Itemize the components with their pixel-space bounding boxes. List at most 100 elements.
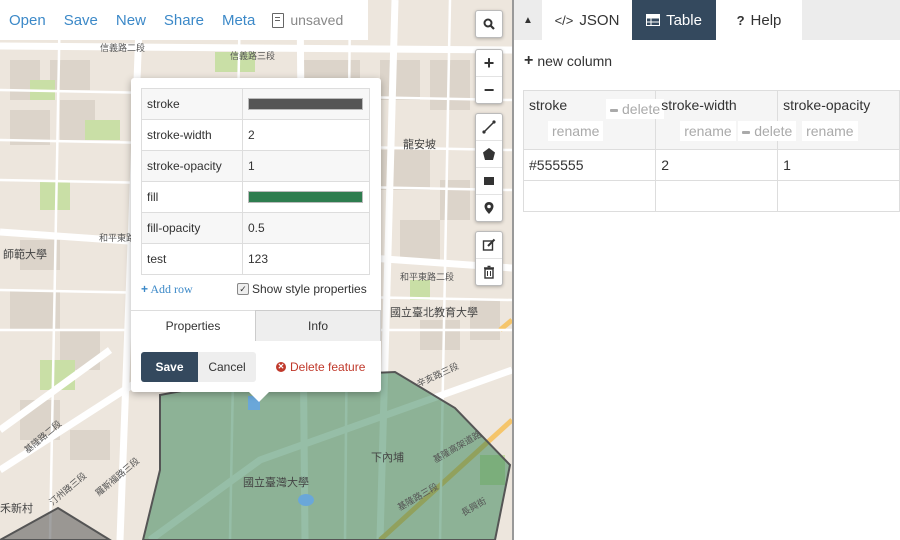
property-value[interactable]: 2: [242, 119, 370, 151]
table-row: [522, 180, 900, 212]
map-view[interactable]: 信義路二段 信義路三段 龍安坡 和平東路一段 和平東路二段 師範大學 國立臺北教…: [0, 0, 512, 540]
edit-toolbar: [475, 231, 503, 286]
column-name: stroke-opacity: [783, 97, 871, 113]
add-row-button[interactable]: + Add row: [141, 282, 193, 297]
top-menu-bar: Open Save New Share Meta unsaved: [0, 0, 368, 40]
new-column-label: new column: [537, 53, 613, 69]
menu-open[interactable]: Open: [0, 12, 55, 29]
delete-layers-button[interactable]: [476, 258, 502, 285]
menu-share[interactable]: Share: [155, 12, 213, 29]
search-icon: [483, 18, 495, 30]
properties-table: stroke stroke-width 2 stroke-opacity 1 fill fi…: [141, 88, 370, 275]
edit-icon: [482, 238, 496, 251]
zoom-control: + −: [475, 49, 503, 104]
edit-layers-button[interactable]: [476, 232, 502, 258]
table-row: #555555 2 1: [522, 149, 900, 181]
rename-column-button[interactable]: rename: [548, 121, 604, 141]
rename-column-button[interactable]: rename: [802, 121, 858, 141]
menu-save[interactable]: Save: [55, 12, 107, 29]
menu-meta[interactable]: Meta: [213, 12, 264, 29]
zoom-in-button[interactable]: +: [476, 50, 502, 76]
minus-icon: [610, 108, 618, 112]
table-cell[interactable]: #555555: [522, 149, 657, 181]
zoom-out-button[interactable]: −: [476, 76, 502, 103]
table-cell[interactable]: 1: [777, 149, 900, 181]
search-button[interactable]: [476, 11, 502, 37]
caret-up-icon: ▲: [523, 14, 533, 26]
popup-tabs: Properties Info: [131, 310, 381, 341]
property-row: stroke: [141, 88, 370, 120]
property-key[interactable]: stroke-opacity: [141, 150, 243, 182]
property-value[interactable]: 123: [242, 243, 370, 275]
map-label: 信義路三段: [230, 52, 276, 62]
tab-help-label: Help: [750, 11, 782, 29]
tab-json[interactable]: </> JSON: [542, 0, 632, 40]
rectangle-icon: [484, 177, 494, 185]
tab-table-label: Table: [666, 11, 702, 29]
delete-feature-button[interactable]: ✕ Delete feature: [276, 360, 365, 374]
side-panel: ▲ </> JSON Table ? Help + new column str…: [514, 0, 900, 540]
draw-marker-button[interactable]: [476, 194, 502, 221]
table-cell[interactable]: [522, 180, 657, 212]
draw-rectangle-button[interactable]: [476, 167, 502, 194]
property-row: stroke-width 2: [141, 119, 370, 151]
show-style-toggle[interactable]: ✓ Show style properties: [237, 282, 367, 296]
property-row: fill-opacity 0.5: [141, 212, 370, 244]
table-icon: [646, 14, 661, 26]
plus-icon: +: [141, 282, 149, 296]
checkbox-icon[interactable]: ✓: [237, 283, 249, 295]
add-row-label: Add row: [150, 282, 193, 296]
property-key[interactable]: test: [141, 243, 243, 275]
column-header: stroke-opacity rename: [777, 90, 900, 150]
polygon-icon: [483, 148, 495, 160]
property-row: fill: [141, 181, 370, 213]
property-value[interactable]: [242, 88, 370, 120]
property-value[interactable]: 1: [242, 150, 370, 182]
table-cell[interactable]: [777, 180, 900, 212]
map-label: 信義路二段: [100, 44, 146, 54]
table-cell[interactable]: 2: [655, 149, 779, 181]
table-cell[interactable]: [655, 180, 779, 212]
map-label: 禾新村: [0, 502, 33, 515]
property-key[interactable]: fill: [141, 181, 243, 213]
column-header: stroke-width rename delete: [655, 90, 797, 150]
file-status-label: unsaved: [290, 12, 344, 28]
tab-help[interactable]: ? Help: [716, 0, 802, 40]
property-value[interactable]: 0.5: [242, 212, 370, 244]
popup-actions: Save Cancel ✕ Delete feature: [141, 352, 365, 382]
file-status[interactable]: unsaved: [264, 12, 343, 28]
column-name: stroke: [529, 97, 568, 113]
tab-info[interactable]: Info: [255, 310, 381, 341]
menu-new[interactable]: New: [107, 12, 155, 29]
draw-line-button[interactable]: [476, 114, 502, 140]
minus-icon: [742, 130, 751, 134]
file-icon: [272, 12, 285, 28]
color-swatch[interactable]: [248, 191, 363, 203]
tab-json-label: JSON: [579, 11, 620, 29]
rename-column-button[interactable]: rename: [680, 121, 736, 141]
property-key[interactable]: fill-opacity: [141, 212, 243, 244]
remove-circle-icon: ✕: [276, 362, 286, 372]
draw-toolbar: [475, 113, 503, 222]
map-label: 國立臺灣大學: [243, 476, 309, 489]
plus-icon: +: [524, 52, 534, 69]
map-label: 國立臺北教育大學: [390, 306, 478, 319]
table-header-row: stroke delete rename stroke-width rename…: [522, 90, 900, 150]
cancel-button[interactable]: Cancel: [198, 352, 256, 382]
code-icon: </>: [554, 12, 574, 28]
save-button[interactable]: Save: [141, 352, 198, 382]
map-label: 和平東路二段: [400, 273, 455, 283]
property-key[interactable]: stroke: [141, 88, 243, 120]
tab-table[interactable]: Table: [632, 0, 716, 40]
marker-icon: [484, 202, 494, 214]
delete-feature-label: Delete feature: [290, 360, 366, 374]
color-swatch[interactable]: [248, 98, 363, 110]
delete-column-label: delete: [622, 101, 661, 117]
new-column-button[interactable]: + new column: [524, 52, 612, 70]
property-value[interactable]: [242, 181, 370, 213]
draw-polygon-button[interactable]: [476, 140, 502, 167]
tab-properties[interactable]: Properties: [131, 310, 255, 341]
property-key[interactable]: stroke-width: [141, 119, 243, 151]
property-row: test 123: [141, 243, 370, 275]
collapse-panel-button[interactable]: ▲: [514, 0, 542, 40]
